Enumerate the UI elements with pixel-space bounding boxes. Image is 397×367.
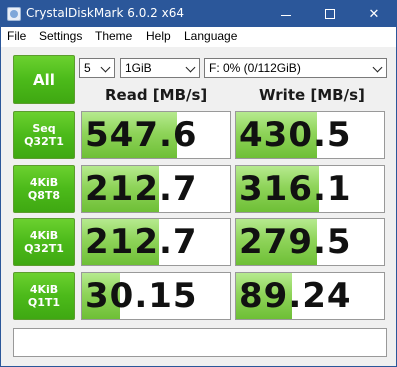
write-value: 316.1 (239, 169, 352, 209)
app-window: CrystalDiskMark 6.0.2 x64 ✕ File Setting… (0, 0, 397, 367)
write-result-cell: 279.5 (235, 218, 385, 266)
test-count-value: 5 (84, 61, 91, 75)
test-size-select[interactable]: 1GiB (120, 58, 200, 78)
menu-theme[interactable]: Theme (95, 29, 132, 43)
read-result-cell: 547.6 (81, 111, 231, 159)
read-value: 30.15 (85, 276, 198, 316)
test-count-select[interactable]: 5 (79, 58, 115, 78)
write-result-cell: 89.24 (235, 272, 385, 320)
test-label-line1: 4KiB (29, 283, 59, 296)
run-all-button[interactable]: All (13, 55, 75, 104)
menu-help[interactable]: Help (146, 29, 171, 43)
window-title: CrystalDiskMark 6.0.2 x64 (26, 6, 184, 20)
write-value: 279.5 (239, 222, 352, 262)
write-column-header: Write [MB/s] (259, 86, 365, 104)
minimize-button[interactable] (264, 1, 308, 27)
read-result-cell: 212.7 (81, 218, 231, 266)
title-bar: CrystalDiskMark 6.0.2 x64 ✕ (1, 1, 396, 27)
test-label-line2: Q1T1 (27, 296, 61, 309)
menu-bar: File Settings Theme Help Language (1, 27, 396, 47)
app-icon (7, 7, 21, 21)
maximize-button[interactable] (308, 1, 352, 27)
4kib-q8t8-button[interactable]: 4KiB Q8T8 (13, 165, 75, 213)
comment-field[interactable] (13, 328, 387, 357)
dropdown-arrow-icon (100, 62, 112, 74)
menu-settings[interactable]: Settings (39, 29, 82, 43)
dropdown-arrow-icon (185, 62, 197, 74)
write-value: 430.5 (239, 115, 352, 155)
read-result-cell: 30.15 (81, 272, 231, 320)
4kib-q1t1-button[interactable]: 4KiB Q1T1 (13, 272, 75, 320)
test-label-line2: Q8T8 (27, 189, 61, 202)
test-label-line1: 4KiB (29, 176, 59, 189)
test-label-line1: 4KiB (29, 229, 59, 242)
test-label-line2: Q32T1 (24, 135, 64, 148)
test-label-line1: Seq (32, 122, 56, 135)
dropdown-arrow-icon (372, 62, 384, 74)
write-value: 89.24 (239, 276, 352, 316)
close-icon: ✕ (368, 6, 380, 22)
test-label-line2: Q32T1 (24, 242, 64, 255)
read-value: 547.6 (85, 115, 198, 155)
drive-select[interactable]: F: 0% (0/112GiB) (204, 58, 387, 78)
read-value: 212.7 (85, 222, 198, 262)
close-button[interactable]: ✕ (352, 1, 396, 27)
seq-q32t1-button[interactable]: Seq Q32T1 (13, 111, 75, 159)
test-size-value: 1GiB (125, 61, 152, 75)
4kib-q32t1-button[interactable]: 4KiB Q32T1 (13, 218, 75, 266)
read-result-cell: 212.7 (81, 165, 231, 213)
maximize-icon (325, 9, 335, 19)
minimize-icon (281, 14, 291, 16)
menu-language[interactable]: Language (184, 29, 237, 43)
drive-value: F: 0% (0/112GiB) (209, 61, 301, 75)
write-result-cell: 316.1 (235, 165, 385, 213)
read-value: 212.7 (85, 169, 198, 209)
read-column-header: Read [MB/s] (105, 86, 208, 104)
write-result-cell: 430.5 (235, 111, 385, 159)
menu-file[interactable]: File (7, 29, 26, 43)
